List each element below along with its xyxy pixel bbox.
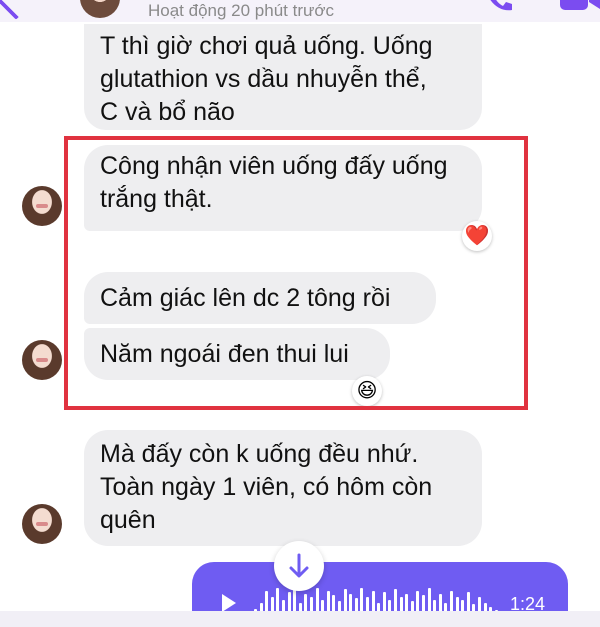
chat-header: Hoạt động 20 phút trước [0, 0, 600, 22]
video-call-icon[interactable] [560, 0, 600, 12]
message-bubble[interactable]: T thì giờ chơi quả uống. Uống glutathion… [84, 24, 482, 130]
active-status: Hoạt động 20 phút trước [148, 1, 335, 20]
sender-avatar[interactable] [22, 504, 62, 544]
arrow-down-icon [289, 553, 309, 578]
scroll-down-button[interactable] [274, 541, 324, 591]
sender-avatar[interactable] [22, 186, 62, 226]
play-icon[interactable] [222, 594, 236, 612]
phone-call-icon[interactable] [486, 0, 512, 12]
composer-bar [0, 611, 600, 627]
sender-avatar[interactable] [22, 340, 62, 380]
highlight-box [64, 136, 528, 410]
contact-avatar[interactable] [80, 0, 120, 18]
back-arrow-icon[interactable] [0, 0, 36, 20]
message-bubble[interactable]: Mà đấy còn k uống đều nhứ. Toàn ngày 1 v… [84, 430, 482, 546]
